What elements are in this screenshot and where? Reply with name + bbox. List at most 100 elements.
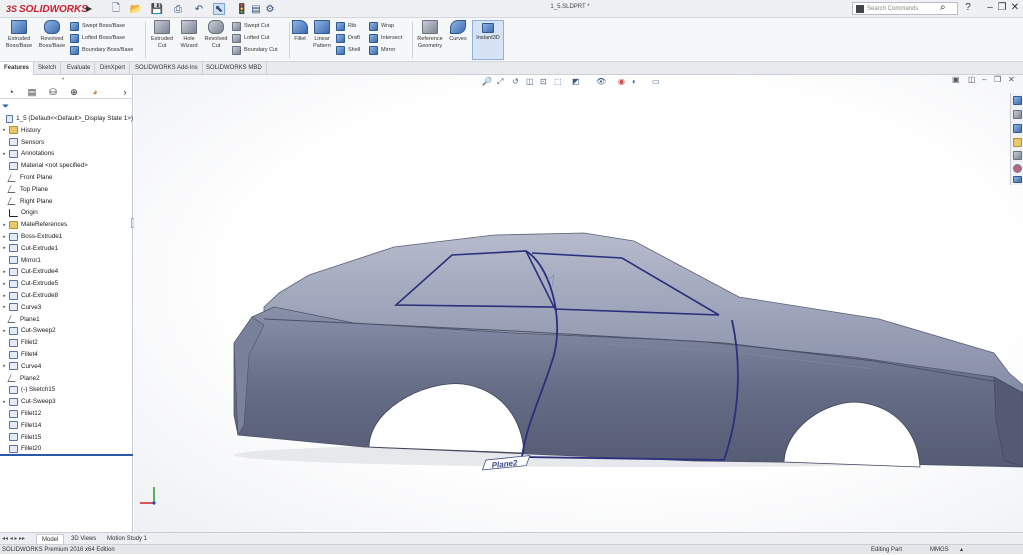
undo-icon[interactable]: ↶ bbox=[193, 3, 205, 15]
draft-button[interactable]: Draft bbox=[336, 32, 360, 44]
expand-arrow-icon[interactable]: ▸ bbox=[0, 399, 9, 405]
tree-item[interactable]: ▸ Annotations bbox=[0, 148, 133, 159]
custom-properties-icon[interactable] bbox=[1013, 176, 1022, 183]
tree-item[interactable]: Mirror1 bbox=[0, 255, 133, 266]
tree-item[interactable]: Plane1 bbox=[0, 314, 133, 325]
boundary-cut-button[interactable]: Boundary Cut bbox=[232, 44, 278, 56]
new-document-icon[interactable]: 🗋 bbox=[110, 3, 122, 15]
tab-evaluate[interactable]: Evaluate bbox=[63, 62, 96, 75]
open-icon[interactable]: 📂 bbox=[130, 3, 142, 15]
tab-mbd[interactable]: SOLIDWORKS MBD bbox=[202, 62, 267, 75]
tree-item[interactable]: ▸ Cut-Sweep3 bbox=[0, 396, 133, 407]
tree-item[interactable]: Right Plane bbox=[0, 196, 133, 207]
tree-item[interactable]: Origin bbox=[0, 207, 133, 218]
close-icon[interactable]: ✕ bbox=[1009, 2, 1021, 13]
lofted-cut-button[interactable]: Lofted Cut bbox=[232, 32, 278, 44]
tree-item[interactable]: Fillet2 bbox=[0, 337, 133, 348]
display-manager-icon[interactable]: ◕ bbox=[88, 86, 102, 98]
tab-sketch[interactable]: Sketch bbox=[34, 62, 62, 75]
restore-icon[interactable]: ❐ bbox=[996, 2, 1008, 13]
fillet-button[interactable]: Fillet bbox=[291, 20, 309, 43]
expand-arrow-icon[interactable]: ▸ bbox=[0, 151, 9, 157]
tab-model[interactable]: Model bbox=[36, 534, 65, 544]
mirror-button[interactable]: Mirror bbox=[369, 44, 402, 56]
panel-grip-icon[interactable]: • bbox=[62, 77, 64, 83]
tab-dimxpert[interactable]: DimXpert bbox=[96, 62, 131, 75]
expand-arrow-icon[interactable]: ▸ bbox=[0, 328, 9, 334]
search-mode-icon[interactable] bbox=[856, 4, 864, 13]
tree-item[interactable]: Fillet4 bbox=[0, 349, 133, 360]
property-manager-icon[interactable]: ▤ bbox=[25, 86, 39, 98]
expand-arrow-icon[interactable]: ▸ bbox=[0, 234, 9, 240]
solidworks-logo[interactable]: 3S SOLIDWORKS bbox=[6, 2, 88, 16]
help-icon[interactable]: ? bbox=[962, 2, 974, 13]
linear-pattern-button[interactable]: Linear Pattern bbox=[310, 20, 334, 49]
appearances-icon[interactable] bbox=[1013, 164, 1022, 173]
intersect-button[interactable]: Intersect bbox=[369, 32, 402, 44]
tree-item[interactable]: ▸ Cut-Extrude5 bbox=[0, 278, 133, 289]
tree-item[interactable]: Fillet15 bbox=[0, 432, 133, 443]
tree-item[interactable]: (-) Sketch15 bbox=[0, 384, 133, 395]
extruded-boss-button[interactable]: Extruded Boss/Base bbox=[4, 20, 34, 49]
file-properties-icon[interactable]: ▤ bbox=[250, 3, 262, 15]
tree-item[interactable]: ▸ Curve3 bbox=[0, 302, 133, 313]
design-library-icon[interactable] bbox=[1013, 124, 1022, 133]
tree-item[interactable]: Material <not specified> bbox=[0, 160, 133, 171]
tree-item[interactable]: ▸ Cut-Extrude1 bbox=[0, 243, 133, 254]
menu-expand-icon[interactable]: ▶ bbox=[86, 4, 92, 13]
tree-item[interactable]: Front Plane bbox=[0, 172, 133, 183]
tree-item[interactable]: Fillet12 bbox=[0, 408, 133, 419]
expand-arrow-icon[interactable]: ▸ bbox=[0, 269, 9, 275]
rib-button[interactable]: Rib bbox=[336, 20, 360, 32]
tree-item[interactable]: ▸ Cut-Extrude8 bbox=[0, 290, 133, 301]
hole-wizard-button[interactable]: Hole Wizard bbox=[176, 20, 202, 49]
resources-icon[interactable] bbox=[1013, 110, 1022, 119]
tree-item[interactable]: Sensors bbox=[0, 137, 133, 148]
options-gear-icon[interactable]: ⚙ bbox=[264, 3, 276, 15]
revolved-cut-button[interactable]: Revolved Cut bbox=[202, 20, 230, 49]
revolved-boss-button[interactable]: Revolved Boss/Base bbox=[37, 20, 67, 49]
expand-arrow-icon[interactable]: ▸ bbox=[0, 293, 9, 299]
tab-features[interactable]: Features bbox=[0, 62, 35, 75]
expand-arrow-icon[interactable]: ▸ bbox=[0, 281, 9, 287]
tree-item[interactable]: ▸ History bbox=[0, 125, 133, 136]
tab-addins[interactable]: SOLIDWORKS Add-Ins bbox=[131, 62, 203, 75]
tree-item[interactable]: ▸ MateReferences bbox=[0, 219, 133, 230]
expand-arrow-icon[interactable]: ▸ bbox=[0, 304, 9, 310]
search-icon[interactable]: ⌕ bbox=[940, 2, 946, 13]
tree-item[interactable]: Top Plane bbox=[0, 184, 133, 195]
shell-button[interactable]: Shell bbox=[336, 44, 360, 56]
expand-arrow-icon[interactable]: ▸ bbox=[0, 245, 9, 251]
car-body-model[interactable]: Plane2 bbox=[134, 75, 1023, 532]
boundary-boss-button[interactable]: Boundary Boss/Base bbox=[70, 44, 133, 56]
configuration-manager-icon[interactable]: ⛁ bbox=[46, 86, 60, 98]
feature-manager-icon[interactable]: ◔ bbox=[4, 86, 18, 98]
tab-motion-study[interactable]: Motion Study 1 bbox=[102, 534, 152, 544]
reference-geometry-button[interactable]: Reference Geometry bbox=[414, 20, 446, 49]
tree-item[interactable]: Fillet20 bbox=[0, 443, 133, 454]
expand-arrow-icon[interactable]: ▸ bbox=[0, 127, 9, 133]
home-icon[interactable] bbox=[1013, 96, 1022, 105]
tree-item[interactable]: ▸ Cut-Sweep2 bbox=[0, 325, 133, 336]
tree-item[interactable]: ▸ Curve4 bbox=[0, 361, 133, 372]
lofted-boss-button[interactable]: Lofted Boss/Base bbox=[70, 32, 133, 44]
file-explorer-icon[interactable] bbox=[1013, 138, 1022, 147]
view-palette-icon[interactable] bbox=[1013, 151, 1022, 160]
panel-expand-icon[interactable]: › bbox=[118, 86, 132, 98]
tree-item[interactable]: 1_5 (Default<<Default>_Display State 1>) bbox=[0, 113, 133, 124]
filter-icon[interactable]: ⏷ bbox=[2, 101, 9, 112]
swept-boss-button[interactable]: Swept Boss/Base bbox=[70, 20, 133, 32]
tab-3d-views[interactable]: 3D Views bbox=[66, 534, 101, 544]
select-icon[interactable]: ⬉ bbox=[213, 3, 225, 15]
curves-button[interactable]: Curves bbox=[447, 20, 469, 43]
print-icon[interactable]: ⎙ bbox=[172, 3, 184, 15]
instant3d-button[interactable]: Instant3D bbox=[472, 20, 504, 60]
tree-item[interactable]: ▸ Cut-Extrude4 bbox=[0, 266, 133, 277]
tree-item[interactable]: ▸ Boss-Extrude1 bbox=[0, 231, 133, 242]
tree-item[interactable]: Fillet14 bbox=[0, 420, 133, 431]
tree-item[interactable]: Plane2 bbox=[0, 373, 133, 384]
wrap-button[interactable]: Wrap bbox=[369, 20, 402, 32]
rebuild-icon[interactable]: 🚦 bbox=[236, 3, 248, 15]
expand-arrow-icon[interactable]: ▸ bbox=[0, 222, 9, 228]
expand-arrow-icon[interactable]: ▸ bbox=[0, 363, 9, 369]
